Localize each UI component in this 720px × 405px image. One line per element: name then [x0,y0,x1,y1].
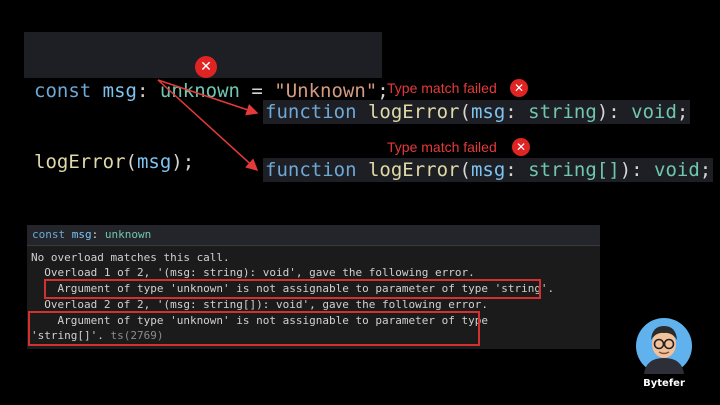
paren-close: ): [619,159,655,181]
keyword-const: const [34,80,92,102]
header-colon: : [91,228,99,241]
paren-open: ( [125,151,137,173]
function-name: logError [367,159,460,181]
paren-open: ( [459,159,471,181]
colon: : [505,101,517,123]
function-name: logError [367,101,460,123]
header-keyword: const [32,228,66,241]
type-match-failed-label-1: Type match failed [387,80,497,96]
param-name: msg [470,101,506,123]
tooltip-header: const msg: unknown [27,225,600,246]
call-argument: msg [136,151,172,173]
error-line-overload-1: Overload 1 of 2, '(msg: string): void', … [31,266,475,279]
brand-label: Bytefer [643,378,685,389]
highlight-box-2 [28,311,480,346]
colon: : [505,159,517,181]
overload-signature-2: function logError(msg: string[]): void; [263,158,714,182]
avatar [636,318,692,374]
highlight-box-1 [44,279,541,299]
colon: : [136,80,149,102]
header-type: unknown [104,228,152,241]
overload-signature-1: function logError(msg: string): void; [263,100,691,124]
variable-msg: msg [102,80,137,102]
param-name: msg [470,159,506,181]
error-icon-call: ✕ [195,56,217,78]
keyword-function: function [265,101,357,123]
error-icon-overload-2: ✕ [512,138,530,156]
paren-close: ): [596,101,632,123]
return-type: void [654,159,700,181]
param-type: string [528,101,597,123]
equals: = [239,80,275,102]
keyword-function: function [265,159,357,181]
tooltip-header-text: const msg: unknown [32,228,151,241]
string-literal: "Unknown" [274,80,378,102]
paren-open: ( [459,101,471,123]
header-variable: msg [71,228,92,241]
paren-close: ); [171,151,195,173]
type-unknown: unknown [159,80,240,102]
semicolon: ; [699,159,712,181]
error-icon-overload-1: ✕ [510,79,528,97]
type-match-failed-label-2: Type match failed [387,139,497,155]
return-type: void [631,101,677,123]
function-call-name: logError [34,151,126,173]
param-type: string[] [528,159,620,181]
semicolon: ; [676,101,689,123]
error-tooltip-panel: const msg: unknown No overload matches t… [27,225,600,349]
error-line-overload-2: Overload 2 of 2, '(msg: string[]): void'… [31,298,488,311]
error-line-summary: No overload matches this call. [31,251,230,264]
